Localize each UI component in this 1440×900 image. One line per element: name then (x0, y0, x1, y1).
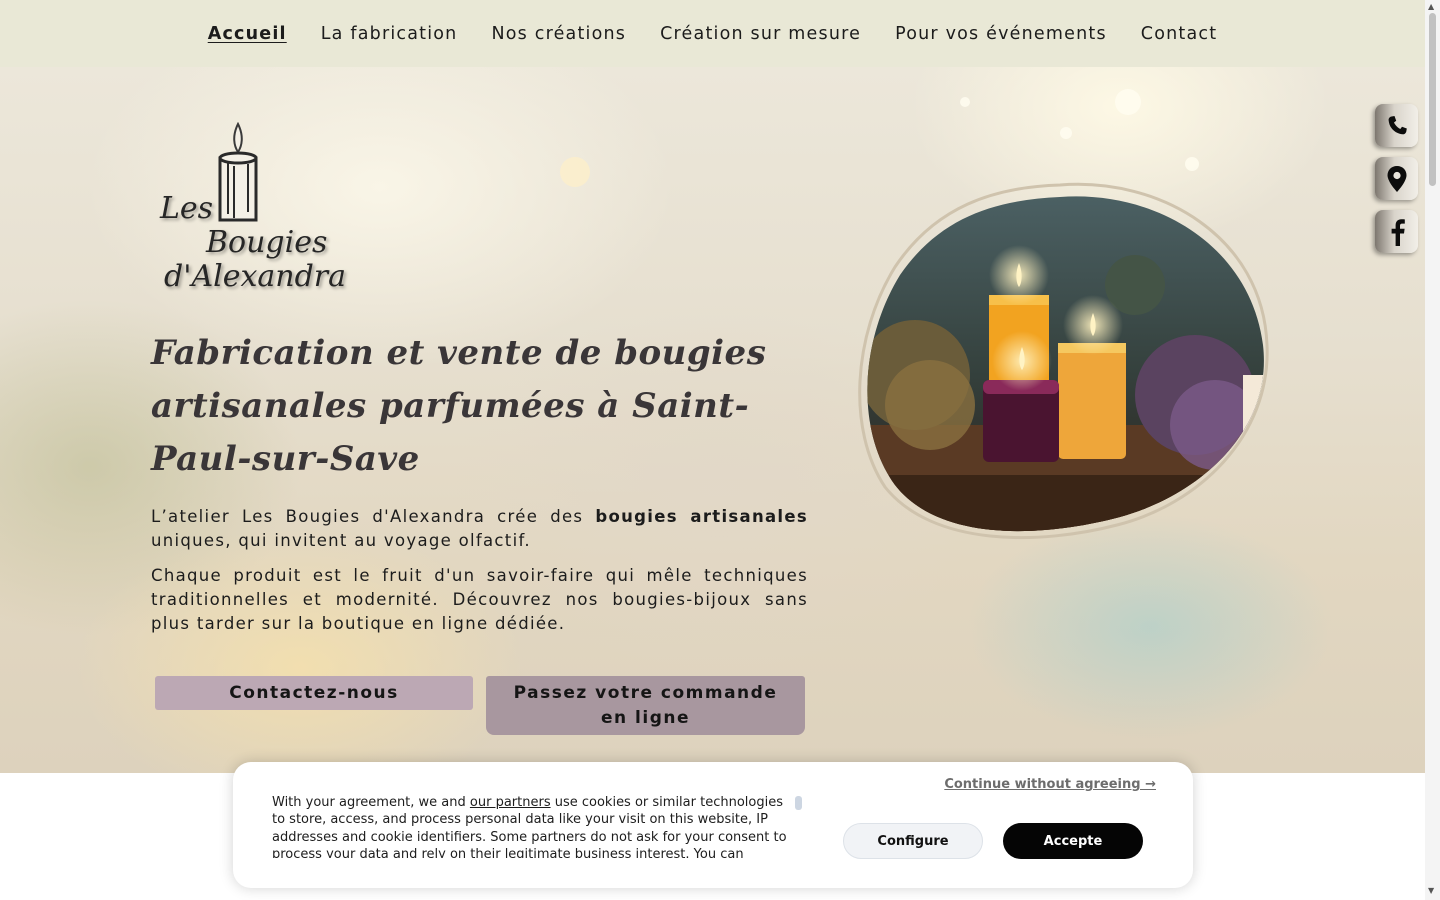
phone-button[interactable] (1375, 104, 1418, 147)
cookie-text-scrollbar[interactable] (795, 796, 802, 810)
hero-description: L’atelier Les Bougies d'Alexandra crée d… (151, 505, 808, 647)
continue-without-agreeing-link[interactable]: Continue without agreeing → (944, 777, 1156, 792)
cookie-banner: Continue without agreeing → With your ag… (233, 762, 1193, 888)
map-pin-icon (1387, 165, 1406, 192)
logo-text: Les Bougies d'Alexandra (160, 192, 346, 294)
nav-item-accueil[interactable]: Accueil (191, 24, 304, 44)
main-nav: Accueil La fabrication Nos créations Cré… (0, 0, 1425, 67)
hero-p1-text: L’atelier Les Bougies d'Alexandra crée d… (151, 507, 596, 526)
side-contact-icons (1375, 104, 1418, 263)
scroll-up-icon[interactable]: ▲ (1428, 2, 1434, 11)
hero-section: Les Bougies d'Alexandra Fabrication et v… (0, 67, 1425, 773)
page-scrollbar[interactable]: ▲ ▼ (1425, 0, 1440, 900)
bokeh-light (1060, 127, 1072, 139)
logo-line-2: Bougies (206, 225, 328, 260)
nav-item-fabrication[interactable]: La fabrication (304, 24, 475, 44)
hero-paragraph-1: L’atelier Les Bougies d'Alexandra crée d… (151, 505, 808, 553)
order-online-button[interactable]: Passez votre commande en ligne (486, 676, 805, 735)
nav-item-evenements[interactable]: Pour vos événements (878, 24, 1124, 44)
brand-logo[interactable]: Les Bougies d'Alexandra (160, 122, 360, 302)
nav-item-contact[interactable]: Contact (1124, 24, 1235, 44)
cookie-text-start: With your agreement, we and (272, 795, 470, 810)
scroll-thumb[interactable] (1429, 13, 1436, 186)
bokeh-light (1185, 157, 1199, 171)
logo-line-1: Les (160, 191, 214, 226)
bokeh-light (560, 157, 590, 187)
cookie-text: With your agreement, we and our partners… (272, 794, 792, 858)
hero-p1-text-end: uniques, qui invitent au voyage olfactif… (151, 531, 531, 550)
nav-item-creations[interactable]: Nos créations (474, 24, 643, 44)
partners-link[interactable]: our partners (470, 795, 551, 810)
bokeh-light (960, 97, 970, 107)
facebook-icon (1391, 218, 1405, 246)
hero-paragraph-2: Chaque produit est le fruit d'un savoir-… (151, 566, 808, 633)
contact-button[interactable]: Contactez-nous (155, 676, 473, 710)
hero-p1-strong: bougies artisanales (595, 507, 808, 526)
configure-button[interactable]: Configure (843, 823, 983, 859)
hero-title: Fabrication et vente de bougies artisana… (151, 333, 767, 479)
nav-item-sur-mesure[interactable]: Création sur mesure (643, 24, 878, 44)
scroll-down-icon[interactable]: ▼ (1428, 886, 1434, 895)
phone-icon (1388, 115, 1407, 134)
accept-button[interactable]: Accepte (1003, 823, 1143, 859)
candles-photo (858, 182, 1269, 540)
facebook-button[interactable] (1375, 210, 1418, 253)
logo-line-3: d'Alexandra (164, 259, 347, 294)
location-button[interactable] (1375, 157, 1418, 200)
bokeh-light (1115, 89, 1141, 115)
